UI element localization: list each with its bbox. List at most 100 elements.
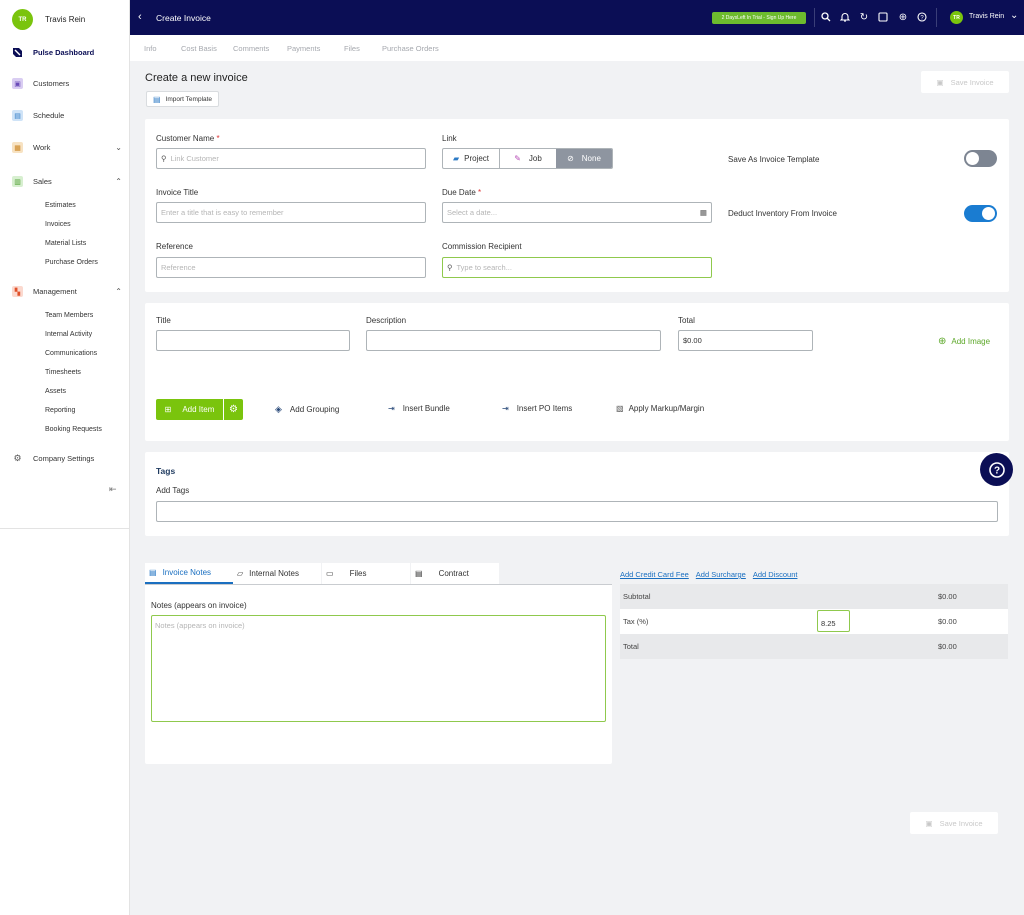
required-mark: * — [478, 188, 482, 197]
search-icon[interactable] — [820, 11, 832, 23]
add-item-settings-button[interactable]: ⚙ — [224, 399, 243, 420]
chevron-up-icon[interactable]: ⌃ — [115, 177, 122, 186]
sidebar-item-work[interactable]: ▦ Work ⌄ — [12, 142, 122, 153]
sidebar-sub-booking-requests[interactable]: Booking Requests — [45, 426, 102, 433]
save-template-toggle[interactable] — [964, 150, 997, 167]
svg-text:?: ? — [993, 465, 999, 476]
add-image-button[interactable]: ⊕ Add Image — [938, 336, 990, 347]
tax-label: Tax (%) — [623, 617, 649, 626]
due-date-input[interactable]: Select a date... ▦ — [442, 202, 712, 223]
user-name[interactable]: Travis Rein — [45, 15, 85, 24]
save-invoice-button-top[interactable]: ▣ Save Invoice — [921, 71, 1009, 93]
item-title-input[interactable] — [156, 330, 350, 351]
customer-name-input[interactable]: ⚲ Link Customer — [156, 148, 426, 169]
sidebar: TR Travis Rein Pulse Dashboard ▣ Custome… — [0, 0, 130, 915]
sidebar-item-schedule[interactable]: ▤ Schedule — [12, 110, 122, 121]
save-invoice-button-bottom[interactable]: ▣ Save Invoice — [910, 812, 998, 834]
invoice-title-input[interactable]: Enter a title that is easy to remember — [156, 202, 426, 223]
search-icon: ⚲ — [447, 263, 453, 272]
notes-textarea[interactable]: Notes (appears on invoice) — [151, 615, 606, 722]
tab-internal-notes[interactable]: ▱ Internal Notes — [233, 563, 321, 584]
insert-po-items-button[interactable]: ⇥ Insert PO Items — [502, 404, 572, 413]
sidebar-sub-material-lists[interactable]: Material Lists — [45, 240, 86, 247]
line-items-card — [145, 303, 1009, 441]
trial-button[interactable]: 2 DaysLeft In Trial - Sign Up Here — [712, 12, 806, 24]
add-circle-icon[interactable]: ⊕ — [897, 11, 909, 23]
deduct-inventory-toggle[interactable] — [964, 205, 997, 222]
sidebar-sub-estimates[interactable]: Estimates — [45, 202, 76, 209]
sidebar-item-sales[interactable]: ▥ Sales ⌃ — [12, 176, 122, 187]
divider — [814, 8, 815, 27]
tab-files[interactable]: Files — [344, 44, 360, 53]
receipt-icon: ▥ — [12, 176, 23, 187]
insert-bundle-button[interactable]: ⇥ Insert Bundle — [388, 404, 450, 413]
customer-placeholder: Link Customer — [170, 154, 219, 163]
tax-rate-input[interactable]: 8.25 — [817, 610, 850, 632]
link-option-none[interactable]: ⊘ None — [556, 149, 612, 168]
user-avatar[interactable]: TR — [12, 9, 33, 30]
commission-input[interactable]: ⚲ Type to search... — [442, 257, 712, 278]
sidebar-sub-internal-activity[interactable]: Internal Activity — [45, 331, 92, 338]
total-row: Total $0.00 — [620, 634, 1008, 659]
sidebar-sub-timesheets[interactable]: Timesheets — [45, 369, 81, 376]
item-description-input[interactable] — [366, 330, 661, 351]
document-icon: ▤ — [153, 94, 161, 104]
refresh-icon[interactable]: ↻ — [858, 11, 870, 23]
user-menu-name[interactable]: Travis Rein — [969, 13, 1004, 20]
tab-label: Internal Notes — [249, 569, 299, 578]
tab-cost-basis[interactable]: Cost Basis — [181, 44, 217, 53]
apply-markup-button[interactable]: ▧ Apply Markup/Margin — [616, 404, 704, 413]
customers-icon: ▣ — [12, 78, 23, 89]
help-icon[interactable]: ? — [916, 11, 928, 23]
sidebar-sub-invoices[interactable]: Invoices — [45, 221, 71, 228]
management-icon: ▚ — [12, 286, 23, 297]
sidebar-sub-purchase-orders[interactable]: Purchase Orders — [45, 259, 98, 266]
sidebar-sub-communications[interactable]: Communications — [45, 350, 97, 357]
bell-icon[interactable] — [839, 11, 851, 23]
back-arrow-icon[interactable]: ‹ — [138, 11, 142, 23]
tab-comments[interactable]: Comments — [233, 44, 269, 53]
tab-contract[interactable]: ▤ Contract — [411, 563, 499, 584]
chevron-down-icon[interactable]: ⌄ — [1010, 10, 1018, 21]
save-invoice-label: Save Invoice — [939, 818, 983, 828]
note-icon[interactable] — [877, 11, 889, 23]
sidebar-item-label: Schedule — [33, 111, 65, 120]
add-item-button[interactable]: ⊞ Add Item — [156, 399, 223, 420]
tab-files[interactable]: ▭ Files — [322, 563, 410, 584]
user-avatar-small[interactable]: TR — [950, 11, 963, 24]
item-total-input[interactable]: $0.00 — [678, 330, 813, 351]
insert-po-label: Insert PO Items — [516, 404, 573, 413]
document-icon: ▤ — [149, 568, 157, 577]
collapse-sidebar-icon[interactable]: ⇤ — [109, 484, 117, 495]
sidebar-item-label: Sales — [33, 177, 52, 186]
add-credit-card-fee-link[interactable]: Add Credit Card Fee — [620, 570, 689, 579]
sidebar-sub-assets[interactable]: Assets — [45, 388, 66, 395]
sidebar-item-management[interactable]: ▚ Management ⌃ — [12, 286, 122, 297]
sidebar-item-customers[interactable]: ▣ Customers — [12, 78, 122, 89]
tab-payments[interactable]: Payments — [287, 44, 320, 53]
tab-info[interactable]: Info — [144, 44, 157, 53]
link-option-project[interactable]: ▰ Project — [443, 149, 500, 168]
invoice-title-label: Invoice Title — [156, 188, 199, 197]
link-option-job[interactable]: ✎ Job — [500, 149, 556, 168]
sidebar-item-company-settings[interactable]: ⚙ Company Settings — [12, 453, 122, 464]
reference-input[interactable]: Reference — [156, 257, 426, 278]
tab-label: Contract — [438, 569, 469, 578]
pulse-icon — [12, 47, 23, 58]
add-grouping-button[interactable]: ◈ Add Grouping — [275, 404, 339, 415]
tab-invoice-notes[interactable]: ▤ Invoice Notes — [145, 563, 233, 584]
tab-purchase-orders[interactable]: Purchase Orders — [382, 44, 439, 53]
add-surcharge-link[interactable]: Add Surcharge — [696, 570, 746, 579]
commission-label: Commission Recipient — [442, 242, 522, 251]
chevron-up-icon[interactable]: ⌃ — [115, 287, 122, 296]
sidebar-sub-team-members[interactable]: Team Members — [45, 312, 93, 319]
import-template-button[interactable]: ▤ Import Template — [146, 91, 220, 107]
add-discount-link[interactable]: Add Discount — [753, 570, 798, 579]
invoice-tabs: Info Cost Basis Comments Payments Files … — [130, 35, 1024, 61]
calendar-icon[interactable]: ▦ — [700, 208, 707, 217]
sidebar-item-dashboard[interactable]: Pulse Dashboard — [12, 47, 122, 58]
help-fab[interactable]: ? — [980, 453, 1013, 486]
chevron-down-icon[interactable]: ⌄ — [115, 143, 122, 152]
sidebar-sub-reporting[interactable]: Reporting — [45, 407, 75, 414]
tags-input[interactable] — [156, 501, 998, 522]
